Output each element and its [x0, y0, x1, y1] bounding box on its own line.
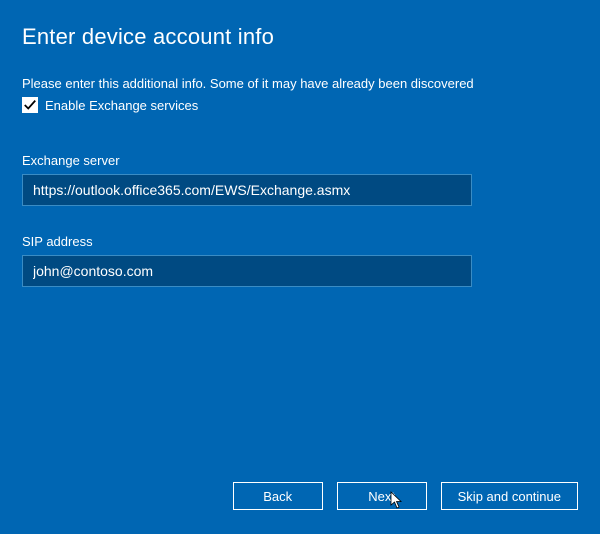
sip-address-input[interactable] [22, 255, 472, 287]
sip-address-group: SIP address [22, 234, 578, 287]
checkbox-check-icon[interactable] [22, 97, 38, 113]
back-button[interactable]: Back [233, 482, 323, 510]
exchange-server-label: Exchange server [22, 153, 578, 168]
sip-address-label: SIP address [22, 234, 578, 249]
instruction-text: Please enter this additional info. Some … [22, 76, 578, 91]
page-title: Enter device account info [22, 24, 578, 50]
button-row: Back Next Skip and continue [233, 482, 578, 510]
exchange-server-group: Exchange server [22, 153, 578, 206]
next-button-label: Next [368, 489, 395, 504]
enable-exchange-label: Enable Exchange services [45, 98, 198, 113]
next-button[interactable]: Next [337, 482, 427, 510]
skip-and-continue-button[interactable]: Skip and continue [441, 482, 578, 510]
exchange-server-input[interactable] [22, 174, 472, 206]
enable-exchange-checkbox-row[interactable]: Enable Exchange services [22, 97, 578, 113]
